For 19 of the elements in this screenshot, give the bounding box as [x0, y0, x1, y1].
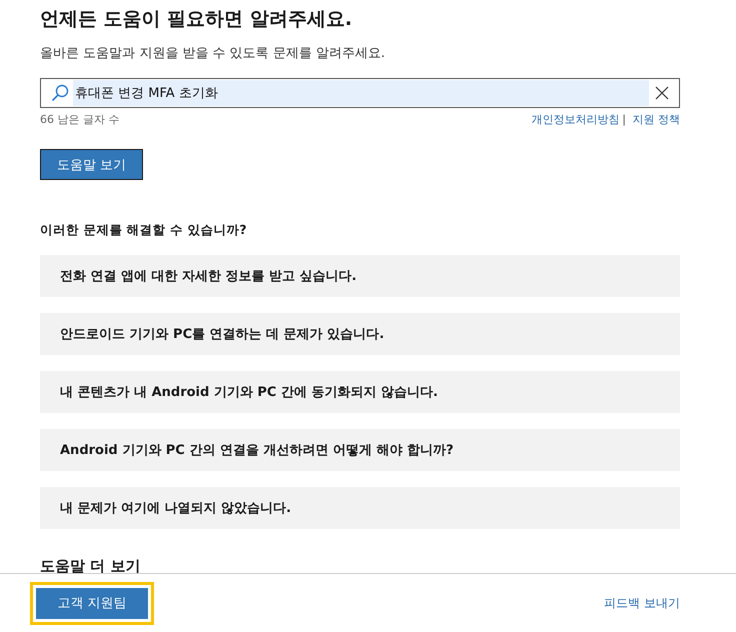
suggestion-item[interactable]: 내 콘텐츠가 내 Android 기기와 PC 간에 동기화되지 않습니다. — [40, 371, 680, 413]
suggestion-item[interactable]: 내 문제가 여기에 나열되지 않았습니다. — [40, 487, 680, 529]
support-button[interactable]: 고객 지원팀 — [36, 588, 148, 618]
search-icon — [51, 84, 69, 102]
character-count: 66 남은 글자 수 — [40, 112, 120, 128]
suggestion-item[interactable]: Android 기기와 PC 간의 연결을 개선하려면 어떻게 해야 합니까? — [40, 429, 680, 471]
suggestion-item[interactable]: 안드로이드 기기와 PC를 연결하는 데 문제가 있습니다. — [40, 313, 680, 355]
feedback-link[interactable]: 피드백 보내기 — [604, 594, 680, 612]
policy-link[interactable]: 지원 정책 — [632, 113, 680, 126]
subtitle: 올바른 도움말과 지원을 받을 수 있도록 문제를 알려주세요. — [40, 45, 386, 63]
section-heading: 도움말 더 보기 — [40, 557, 142, 575]
link-separator: | — [622, 113, 626, 126]
view-help-button[interactable]: 도움말 보기 — [40, 149, 144, 180]
clear-icon[interactable] — [653, 86, 671, 100]
search-field[interactable]: 휴대폰 변경 MFA 초기화 — [40, 78, 680, 108]
suggestion-item[interactable]: 전화 연결 앱에 대한 자세한 정보를 받고 싶습니다. — [40, 255, 680, 297]
page-heading: 언제든 도움이 필요하면 알려주세요. — [40, 7, 354, 32]
section-heading: 이러한 문제를 해결할 수 있습니까? — [40, 221, 248, 239]
policy-link[interactable]: 개인정보처리방침 — [531, 113, 620, 126]
